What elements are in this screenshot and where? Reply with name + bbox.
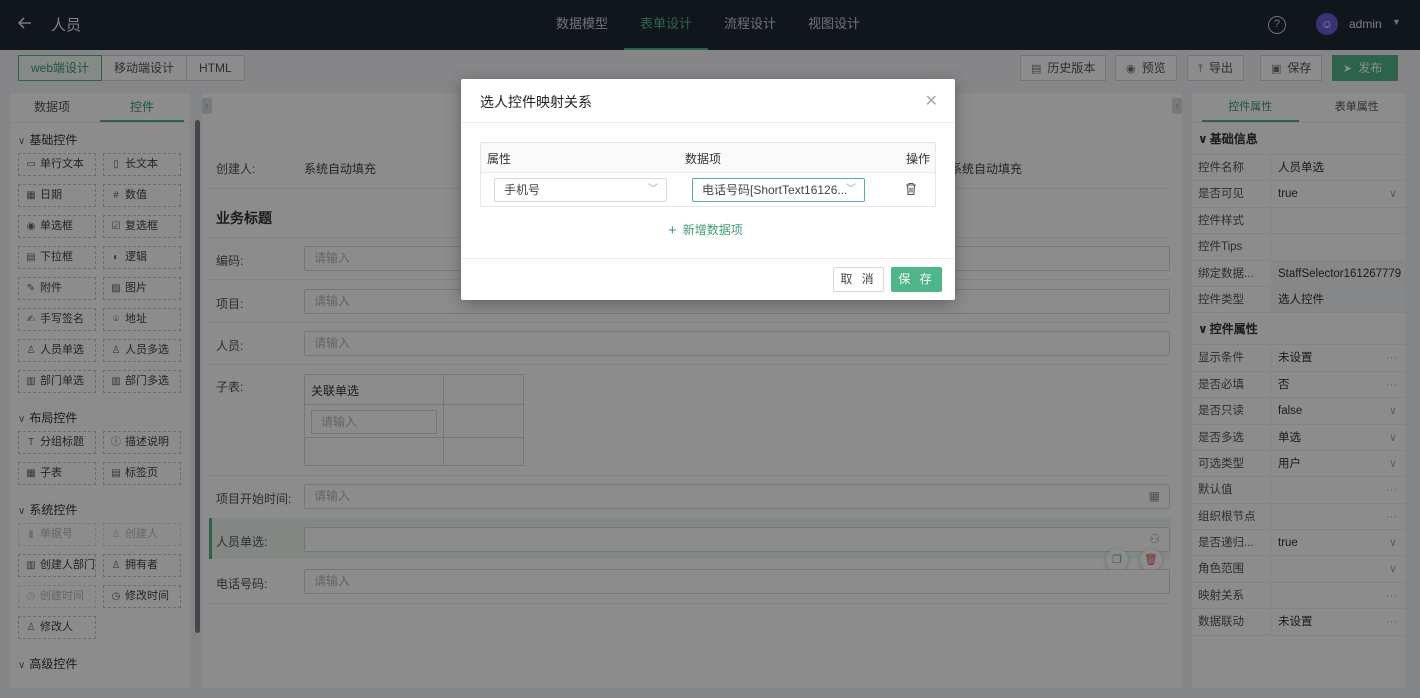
add-data-item-label: 新增数据项 <box>682 223 743 237</box>
attribute-select[interactable]: 手机号 ﹀ <box>494 178 667 202</box>
divider <box>461 258 955 259</box>
close-icon[interactable]: ✕ <box>925 91 938 111</box>
attribute-select-value: 手机号 <box>504 183 541 197</box>
chevron-down-icon: ﹀ <box>648 184 658 195</box>
add-data-item-button[interactable]: + 新增数据项 <box>668 221 743 239</box>
data-item-select[interactable]: 电话号码[ShortText16126... ﹀ <box>692 178 865 202</box>
column-header-data-item: 数据项 <box>685 152 722 166</box>
plus-icon: + <box>668 222 677 239</box>
modal-title: 选人控件映射关系 <box>480 94 592 110</box>
trash-icon[interactable] <box>905 182 917 196</box>
column-header-attribute: 属性 <box>487 152 512 166</box>
data-item-select-value: 电话号码[ShortText16126... <box>702 183 848 197</box>
divider <box>461 122 955 123</box>
mapping-table-header: 属性 数据项 操作 <box>481 143 935 173</box>
modal-save-button[interactable]: 保 存 <box>891 267 942 292</box>
cancel-button[interactable]: 取 消 <box>833 267 884 292</box>
mapping-table: 属性 数据项 操作 手机号 ﹀ 电话号码[ShortText16126... ﹀ <box>480 142 936 207</box>
chevron-down-icon: ﹀ <box>846 184 856 195</box>
column-header-action: 操作 <box>906 152 931 166</box>
mapping-modal: 选人控件映射关系 ✕ 属性 数据项 操作 手机号 ﹀ 电话号码[ShortTex… <box>461 79 955 300</box>
